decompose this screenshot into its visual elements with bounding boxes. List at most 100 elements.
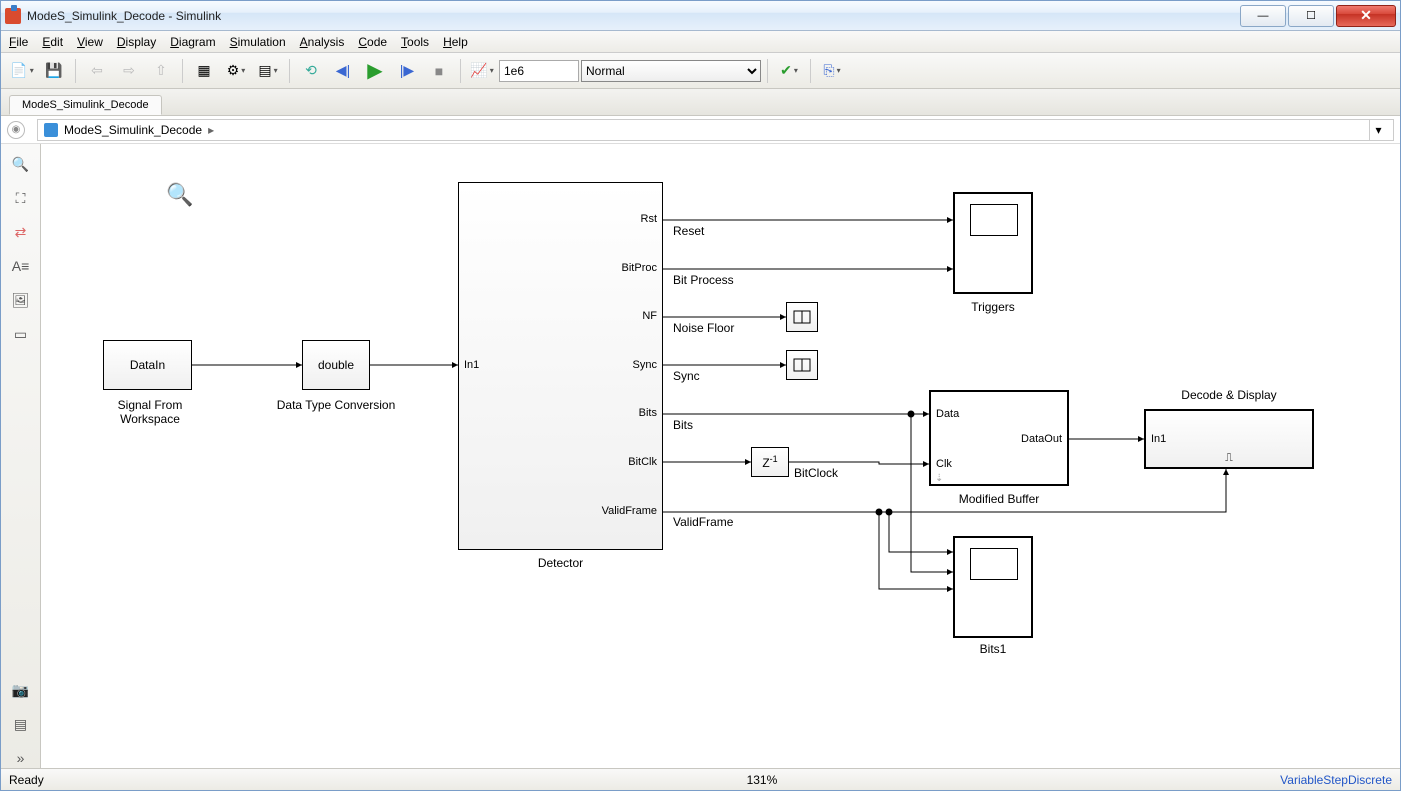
menu-help[interactable]: Help: [443, 35, 468, 49]
zoom-in-icon[interactable]: 🔍: [11, 154, 31, 174]
status-left: Ready: [9, 773, 44, 787]
window-title: ModeS_Simulink_Decode - Simulink: [27, 9, 1238, 23]
modbuf-data: Data: [936, 408, 959, 420]
canvas[interactable]: 🔍: [41, 144, 1400, 768]
expand-icon[interactable]: »: [11, 748, 31, 768]
tab-row: ModeS_Simulink_Decode: [1, 89, 1400, 116]
menu-file[interactable]: File: [9, 35, 28, 49]
detector-out-sync: Sync: [633, 359, 657, 371]
annotation2-icon[interactable]: ▤: [11, 714, 31, 734]
menu-diagram[interactable]: Diagram: [170, 35, 215, 49]
block-datain-text: DataIn: [130, 358, 165, 372]
minimize-button[interactable]: —: [1240, 5, 1286, 27]
status-solver: VariableStepDiscrete: [1280, 773, 1392, 787]
block-nf-display[interactable]: [786, 302, 818, 332]
screenshot-icon[interactable]: 📷: [11, 680, 31, 700]
block-modbuf-label: Modified Buffer: [929, 492, 1069, 506]
sim-data-inspector-button[interactable]: 📈: [467, 57, 497, 85]
detector-out-nf: NF: [642, 310, 657, 322]
block-delay[interactable]: Z-1: [751, 447, 789, 477]
hide-browser-button[interactable]: ◉: [7, 121, 25, 139]
modbuf-clk: Clk: [936, 458, 952, 470]
menubar: File Edit View Display Diagram Simulatio…: [1, 31, 1400, 53]
menu-code[interactable]: Code: [358, 35, 387, 49]
menu-view[interactable]: View: [77, 35, 103, 49]
detector-out-bits: Bits: [639, 407, 657, 419]
build-button[interactable]: ⎘: [817, 57, 847, 85]
block-datain[interactable]: DataIn: [103, 340, 192, 390]
palette: 🔍 ⛶ ⇄ A≡ 🖼 ▭ 📷 ▤ »: [1, 144, 41, 768]
decode-in1: In1: [1151, 433, 1166, 445]
breadcrumb[interactable]: ModeS_Simulink_Decode ▾: [37, 119, 1394, 141]
main-area: 🔍 ⛶ ⇄ A≡ 🖼 ▭ 📷 ▤ » 🔍: [1, 144, 1400, 768]
menu-edit[interactable]: Edit: [42, 35, 63, 49]
sig-bitproc: Bit Process: [673, 273, 734, 287]
detector-out-bitproc: BitProc: [622, 262, 657, 274]
area-icon[interactable]: ▭: [11, 324, 31, 344]
block-dtc-text: double: [318, 358, 354, 372]
block-detector[interactable]: In1 Rst BitProc NF Sync Bits BitClk Vali…: [458, 182, 663, 550]
detector-out-vf: ValidFrame: [602, 505, 657, 517]
detector-out-rst: Rst: [641, 213, 658, 225]
sig-sync: Sync: [673, 369, 700, 383]
block-delay-text: Z-1: [762, 454, 777, 470]
toolbar: 📄 💾 ⇦ ⇨ ⇧ ▦ ⚙ ▤ ⟲ ◀| ▶ |▶ ■ 📈 Normal ✔ ⎘: [1, 53, 1400, 89]
trigger-icon: ⎍: [1225, 452, 1233, 465]
sig-bits: Bits: [673, 418, 693, 432]
block-sync-display[interactable]: [786, 350, 818, 380]
model-config-button[interactable]: ⚙: [221, 57, 251, 85]
block-decode[interactable]: In1 ⎍: [1144, 409, 1314, 469]
fit-view-icon[interactable]: ⛶: [11, 188, 31, 208]
detector-in1: In1: [464, 359, 479, 371]
simulation-mode-select[interactable]: Normal: [581, 60, 761, 82]
block-bits1[interactable]: [953, 536, 1033, 638]
sample-time-icon[interactable]: ⇄: [11, 222, 31, 242]
block-triggers-label: Triggers: [953, 300, 1033, 314]
model-tab[interactable]: ModeS_Simulink_Decode: [9, 95, 162, 115]
up-button[interactable]: ⇧: [146, 57, 176, 85]
detector-out-bitclk: BitClk: [628, 456, 657, 468]
block-dtc[interactable]: double: [302, 340, 370, 390]
modbuf-out: DataOut: [1021, 433, 1062, 445]
save-button[interactable]: 💾: [39, 57, 69, 85]
status-zoom: 131%: [244, 773, 1280, 787]
model-icon: [44, 123, 58, 137]
block-detector-label: Detector: [458, 556, 663, 570]
titlebar: ModeS_Simulink_Decode - Simulink — ☐ ✕: [1, 1, 1400, 31]
annotation-icon[interactable]: A≡: [11, 256, 31, 276]
model-advisor-button[interactable]: ✔: [774, 57, 804, 85]
sig-vf: ValidFrame: [673, 515, 733, 529]
block-triggers[interactable]: [953, 192, 1033, 294]
breadcrumb-dropdown[interactable]: ▾: [1369, 120, 1387, 140]
magnifier-cursor-icon: 🔍: [166, 182, 193, 208]
library-browser-button[interactable]: ▦: [189, 57, 219, 85]
block-bits1-label: Bits1: [953, 642, 1033, 656]
menu-simulation[interactable]: Simulation: [230, 35, 286, 49]
run-button[interactable]: ▶: [360, 57, 390, 85]
stop-time-input[interactable]: [499, 60, 579, 82]
breadcrumb-row: ◉ ModeS_Simulink_Decode ▾: [1, 116, 1400, 144]
step-back-button[interactable]: ◀|: [328, 57, 358, 85]
fast-restart-button[interactable]: ⟲: [296, 57, 326, 85]
menu-display[interactable]: Display: [117, 35, 156, 49]
block-dtc-label: Data Type Conversion: [256, 398, 416, 412]
new-model-button[interactable]: 📄: [7, 57, 37, 85]
simulink-window: ModeS_Simulink_Decode - Simulink — ☐ ✕ F…: [0, 0, 1401, 791]
model-explorer-button[interactable]: ▤: [253, 57, 283, 85]
forward-button[interactable]: ⇨: [114, 57, 144, 85]
close-button[interactable]: ✕: [1336, 5, 1396, 27]
back-button[interactable]: ⇦: [82, 57, 112, 85]
stop-button[interactable]: ■: [424, 57, 454, 85]
breadcrumb-text[interactable]: ModeS_Simulink_Decode: [64, 123, 214, 137]
block-datain-label: Signal From Workspace: [95, 398, 205, 426]
sig-bitclk: BitClock: [794, 466, 838, 480]
menu-tools[interactable]: Tools: [401, 35, 429, 49]
image-icon[interactable]: 🖼: [11, 290, 31, 310]
simulink-icon: [5, 8, 21, 24]
menu-analysis[interactable]: Analysis: [300, 35, 345, 49]
sig-nf: Noise Floor: [673, 321, 734, 335]
sig-reset: Reset: [673, 224, 704, 238]
step-forward-button[interactable]: |▶: [392, 57, 422, 85]
block-modbuf[interactable]: Data Clk DataOut ⇣: [929, 390, 1069, 486]
maximize-button[interactable]: ☐: [1288, 5, 1334, 27]
